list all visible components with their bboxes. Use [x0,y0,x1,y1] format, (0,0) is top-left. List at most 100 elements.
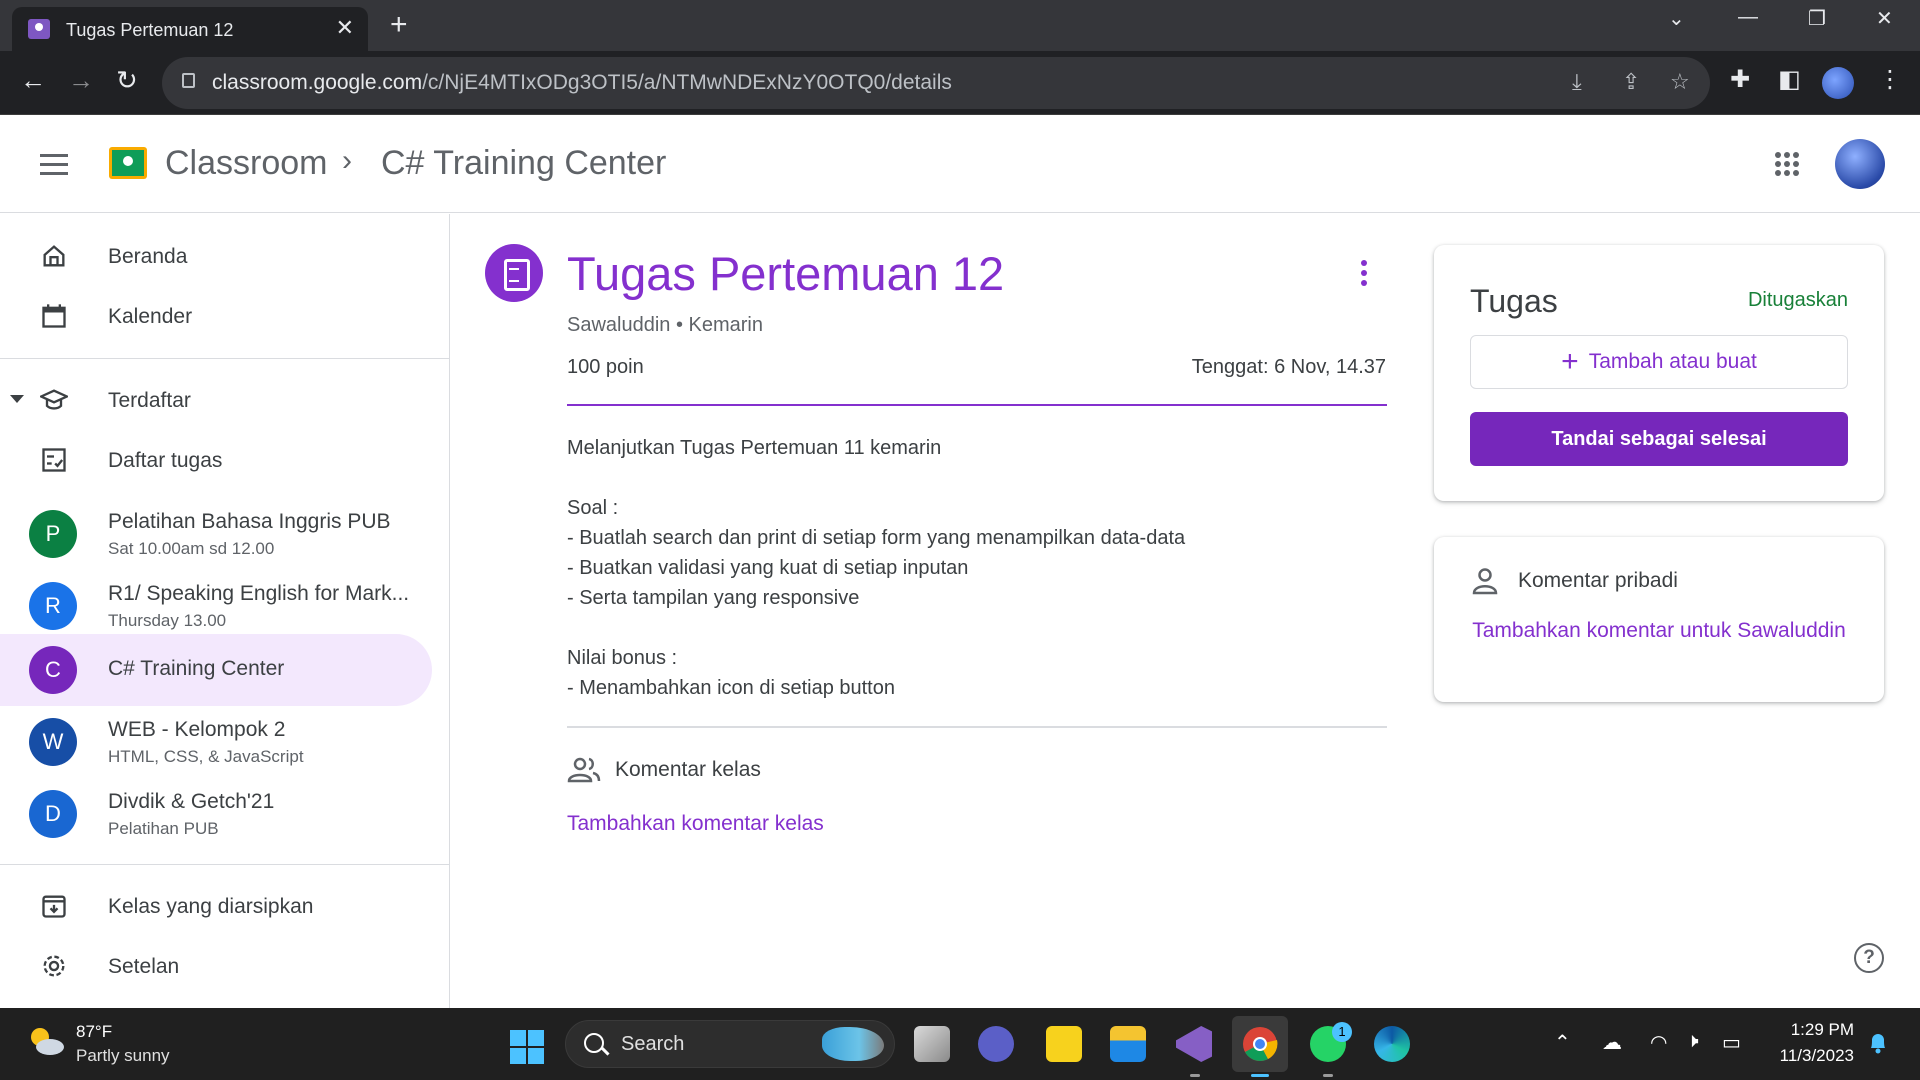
your-work-card: Tugas Ditugaskan + Tambah atau buat Tanda… [1434,245,1884,501]
course-name: WEB - Kelompok 2 [108,718,286,741]
course-item-csharp-training-center[interactable]: C C# Training Center [0,634,432,706]
browser-menu-icon[interactable]: ⋮ [1878,65,1902,94]
browser-tab-bar: Tugas Pertemuan 12 ✕ + ⌄ — ❐ ✕ [0,0,1920,51]
sticky-notes-icon[interactable] [1046,1026,1082,1062]
account-avatar[interactable] [1835,139,1885,189]
more-options-icon[interactable] [1361,260,1367,290]
forward-icon[interactable]: → [68,65,94,96]
course-name: Pelatihan Bahasa Inggris PUB [108,510,391,533]
breadcrumb-class-name[interactable]: C# Training Center [381,144,666,183]
sidebar-item-label: Terdaftar [108,389,191,412]
partly-sunny-icon[interactable] [26,1024,66,1058]
search-icon [584,1033,604,1053]
windows-taskbar: 87°F Partly sunny Search 1 ⌃ ☁ ◠ 🕨 ▭ 1:2… [0,1008,1920,1080]
side-panel-icon[interactable]: ◧ [1778,65,1801,94]
sidebar-item-label: Beranda [108,245,188,268]
home-icon [43,245,65,267]
search-highlight-fish-icon [822,1027,884,1061]
tab-title: Tugas Pertemuan 12 [66,20,234,40]
bookmark-star-icon[interactable]: ☆ [1670,69,1690,95]
archive-icon [42,895,66,918]
assignment-status-badge: Ditugaskan [1747,289,1848,311]
taskbar-search[interactable]: Search [565,1020,895,1068]
sidebar-item-enrolled[interactable]: Terdaftar [0,370,432,430]
teams-chat-icon[interactable] [978,1026,1014,1062]
browser-tab[interactable]: Tugas Pertemuan 12 ✕ [12,7,368,51]
course-avatar: C [29,646,77,694]
browser-toolbar: ← → ↻ classroom.google.com/c/NjE4MTIxODg… [0,51,1920,115]
course-avatar: D [29,790,77,838]
course-item-web-kelompok[interactable]: W WEB - Kelompok 2 HTML, CSS, & JavaScri… [0,706,432,778]
clock-date[interactable]: 11/3/2023 [1770,1046,1854,1066]
running-indicator [1190,1074,1200,1077]
speaker-muted-icon[interactable]: 🕨 [1686,1030,1699,1053]
onedrive-error-icon[interactable]: ☁ [1602,1030,1622,1055]
assignment-title: Tugas Pertemuan 12 [567,247,1005,300]
sidebar-divider [0,358,450,359]
windows-start-icon[interactable] [510,1030,544,1064]
classroom-logo-icon[interactable] [109,147,147,179]
assignment-meta: Sawaluddin • Kemarin [567,314,763,336]
assignment-due-date: Tenggat: 6 Nov, 14.37 [1191,356,1386,378]
add-or-create-label: Tambah atau buat [1588,350,1757,373]
classroom-favicon-icon [28,19,50,39]
sidebar-item-archived[interactable]: Kelas yang diarsipkan [0,876,432,936]
taskbar-search-label: Search [621,1033,685,1055]
sidebar-item-settings[interactable]: Setelan [0,936,432,996]
sidebar-item-todo[interactable]: Daftar tugas [0,430,432,490]
course-item-pelatihan-bahasa-inggris[interactable]: P Pelatihan Bahasa Inggris PUB Sat 10.00… [0,498,432,570]
notification-badge: 1 [1332,1022,1352,1042]
weather-description[interactable]: Partly sunny [76,1046,170,1066]
mark-as-done-button[interactable]: Tandai sebagai selesai [1470,412,1848,466]
clock-time[interactable]: 1:29 PM [1790,1020,1854,1040]
add-private-comment-link[interactable]: Tambahkan komentar untuk Sawaluddin [1464,613,1854,649]
content-divider [567,726,1387,728]
tab-close-icon[interactable]: ✕ [336,15,354,41]
reload-icon[interactable]: ↻ [116,65,138,96]
private-comments-card: Komentar pribadi Tambahkan komentar untu… [1434,537,1884,702]
class-comments-title: Komentar kelas [615,758,761,781]
share-icon[interactable]: ⇪ [1622,69,1640,95]
assignment-icon [485,244,543,302]
sidebar: Beranda Kalender Terdaftar Daftar tugas … [0,214,450,1008]
app-header: Classroom › C# Training Center [0,116,1920,213]
address-bar[interactable]: classroom.google.com/c/NjE4MTIxODg3OTI5/… [162,57,1710,109]
sidebar-item-home[interactable]: Beranda [0,226,432,286]
window-close-icon[interactable]: ✕ [1876,6,1893,31]
google-apps-icon[interactable] [1775,152,1799,176]
course-subtitle: Sat 10.00am sd 12.00 [108,539,275,558]
main-menu-icon[interactable] [40,154,68,181]
add-class-comment-link[interactable]: Tambahkan komentar kelas [567,812,824,836]
tab-search-icon[interactable]: ⌄ [1668,6,1685,31]
back-icon[interactable]: ← [20,65,46,96]
edge-icon[interactable] [1374,1026,1410,1062]
expand-caret-icon[interactable] [10,395,24,403]
restore-icon[interactable]: ❐ [1808,6,1826,31]
gear-icon [43,955,65,977]
todo-list-icon [42,448,66,472]
brand-title[interactable]: Classroom [165,144,327,183]
battery-icon[interactable]: ▭ [1722,1030,1741,1055]
weather-temperature[interactable]: 87°F [76,1022,112,1042]
sidebar-divider [0,864,450,865]
minimize-icon[interactable]: — [1738,6,1758,29]
browser-profile-avatar[interactable] [1822,67,1854,99]
sidebar-item-calendar[interactable]: Kalender [0,286,432,346]
file-explorer-icon[interactable] [1110,1026,1146,1062]
title-divider [567,404,1387,406]
extensions-icon[interactable]: ✚ [1730,65,1750,94]
help-icon[interactable]: ? [1854,943,1884,973]
wifi-icon[interactable]: ◠ [1650,1030,1667,1055]
new-tab-button[interactable]: + [390,8,408,42]
show-hidden-icons-icon[interactable]: ⌃ [1554,1030,1571,1055]
course-item-speaking-english[interactable]: R R1/ Speaking English for Mark... Thurs… [0,570,432,642]
chrome-icon [1243,1027,1278,1061]
install-icon[interactable]: ⤓ [1572,69,1582,95]
visual-studio-icon[interactable] [1176,1026,1212,1062]
chrome-taskbar-button[interactable] [1232,1016,1288,1072]
task-view-icon[interactable] [914,1026,950,1062]
notification-bell-icon[interactable] [1868,1032,1888,1054]
course-subtitle: Thursday 13.00 [108,611,227,630]
course-item-divdik-getch[interactable]: D Divdik & Getch'21 Pelatihan PUB [0,778,432,850]
add-or-create-button[interactable]: + Tambah atau buat [1470,335,1848,389]
